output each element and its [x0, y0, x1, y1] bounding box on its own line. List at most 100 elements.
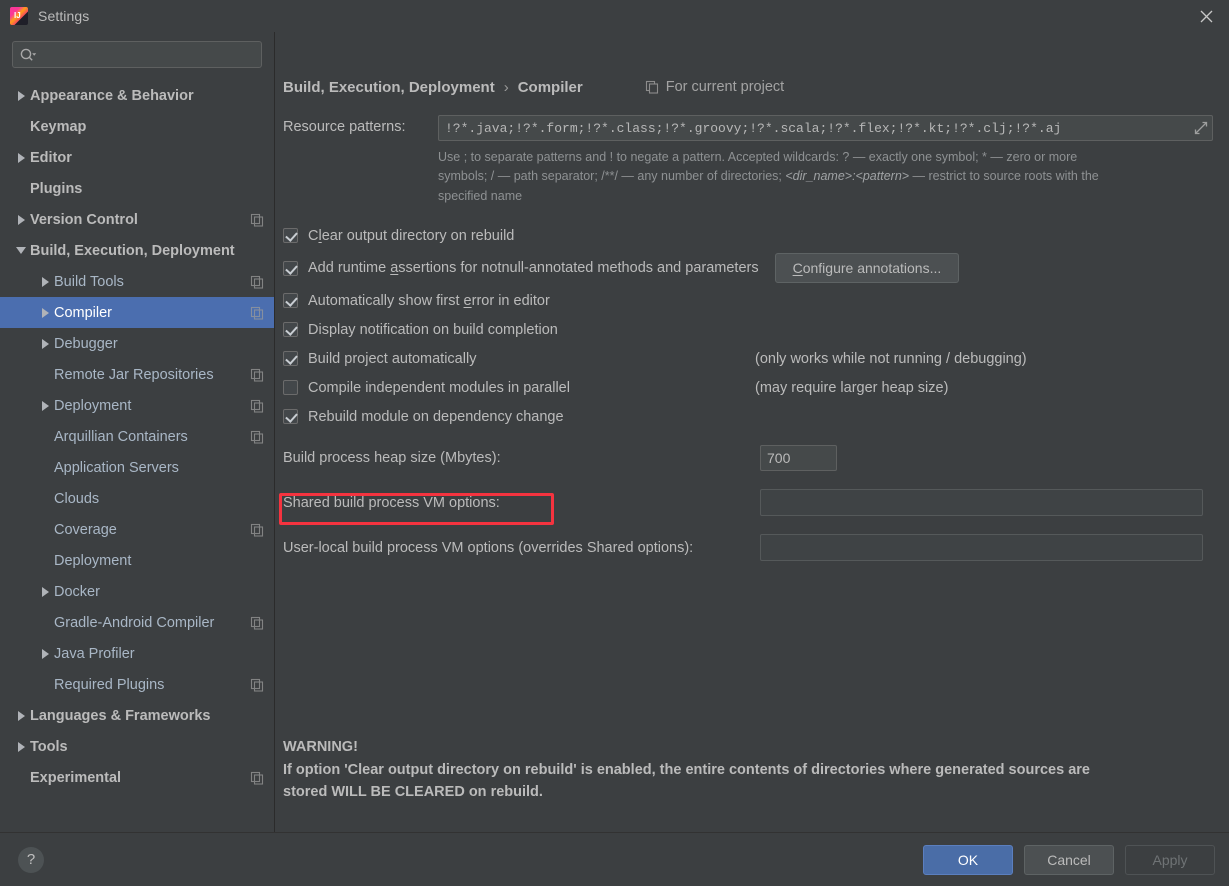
checkbox-row-build-project-automatically[interactable]: Build project automatically (only works w… — [283, 344, 1213, 373]
checkbox-unchecked-icon[interactable] — [283, 380, 298, 396]
sidebar-item-languages-frameworks[interactable]: Languages & Frameworks — [0, 700, 274, 731]
chevron-right-icon[interactable] — [12, 710, 30, 721]
sidebar-item-tools[interactable]: Tools — [0, 731, 274, 762]
checkbox-row-clear-output-directory-on-rebuild[interactable]: Clear output directory on rebuild — [283, 221, 1213, 250]
chevron-down-icon[interactable] — [12, 247, 30, 254]
hint-line-1: Use ; to separate patterns and ! to nega… — [438, 150, 1078, 164]
chevron-right-icon[interactable] — [36, 338, 54, 349]
checkbox-row-compile-independent-modules-in-parallel[interactable]: Compile independent modules in parallel (… — [283, 373, 1213, 402]
breadcrumb: Build, Execution, Deployment › Compiler … — [283, 76, 1213, 98]
sidebar-item-experimental[interactable]: Experimental — [0, 762, 274, 793]
warning-line-1: If option 'Clear output directory on reb… — [283, 761, 1090, 778]
sidebar-item-label: Plugins — [30, 180, 83, 197]
sidebar-item-deployment[interactable]: Deployment — [0, 390, 274, 421]
sidebar-item-arquillian-containers[interactable]: Arquillian Containers — [0, 421, 274, 452]
chevron-right-icon[interactable] — [12, 741, 30, 752]
copy-icon — [250, 678, 264, 692]
search-icon — [19, 47, 37, 63]
copy-icon — [250, 771, 264, 785]
sidebar-item-label: Deployment — [54, 397, 132, 414]
sidebar-item-plugins[interactable]: Plugins — [0, 173, 274, 204]
close-icon[interactable] — [1183, 0, 1229, 32]
sidebar-item-debugger[interactable]: Debugger — [0, 328, 274, 359]
chevron-right-icon[interactable] — [36, 648, 54, 659]
sidebar-item-gradle-android-compiler[interactable]: Gradle-Android Compiler — [0, 607, 274, 638]
for-current-project-label: For current project — [665, 79, 785, 95]
settings-sidebar: Appearance & Behavior Keymap Editor Plugins… — [0, 32, 275, 832]
checkbox-checked-icon[interactable] — [283, 293, 298, 309]
sidebar-item-label: Deployment — [54, 552, 132, 569]
checkbox-label: Compile independent modules in parallel — [308, 379, 570, 396]
sidebar-item-required-plugins[interactable]: Required Plugins — [0, 669, 274, 700]
breadcrumb-separator: › — [503, 78, 509, 96]
sidebar-item-java-profiler[interactable]: Java Profiler — [0, 638, 274, 669]
settings-tree[interactable]: Appearance & Behavior Keymap Editor Plugins… — [0, 78, 274, 832]
sidebar-item-label: Remote Jar Repositories — [54, 366, 214, 383]
hint-line-2b: <dir_name>:<pattern> — [785, 169, 910, 184]
checkbox-label: Clear output directory on rebuild — [308, 227, 515, 244]
sidebar-item-label: Tools — [30, 738, 68, 755]
shared-vm-options-input[interactable] — [760, 489, 1203, 517]
sidebar-item-version-control[interactable]: Version Control — [0, 204, 274, 235]
title-bar: Settings — [0, 0, 1229, 32]
breadcrumb-root[interactable]: Build, Execution, Deployment — [283, 79, 495, 96]
sidebar-item-label: Docker — [54, 583, 100, 600]
checkbox-checked-icon[interactable] — [283, 322, 298, 338]
chevron-right-icon[interactable] — [12, 214, 30, 225]
chevron-right-icon[interactable] — [12, 90, 30, 101]
hint-line-3: specified name — [438, 188, 523, 203]
settings-dialog: Settings — [0, 0, 1229, 886]
sidebar-item-build-execution-deployment[interactable]: Build, Execution, Deployment — [0, 235, 274, 266]
checkbox-row-display-notification-on-build-completion[interactable]: Display notification on build completion — [283, 315, 1213, 344]
copy-icon — [250, 275, 264, 289]
search-box[interactable] — [12, 41, 262, 68]
chevron-right-icon[interactable] — [12, 152, 30, 163]
checkbox-checked-icon[interactable] — [283, 228, 298, 244]
checkbox-checked-icon[interactable] — [283, 351, 298, 367]
userlocal-vm-options-input[interactable] — [760, 534, 1203, 562]
cancel-button[interactable]: Cancel — [1024, 844, 1114, 875]
sidebar-item-appearance-behavior[interactable]: Appearance & Behavior — [0, 80, 274, 111]
warning-title: WARNING! — [283, 739, 358, 756]
copy-icon — [250, 430, 264, 444]
sidebar-item-keymap[interactable]: Keymap — [0, 111, 274, 142]
checkbox-row-automatically-show-first-error-in-editor[interactable]: Automatically show first error in editor — [283, 286, 1213, 315]
breadcrumb-leaf: Compiler — [517, 78, 583, 96]
sidebar-item-label: Languages & Frameworks — [30, 707, 211, 724]
heap-size-input[interactable] — [760, 445, 837, 472]
sidebar-item-docker[interactable]: Docker — [0, 576, 274, 607]
sidebar-item-editor[interactable]: Editor — [0, 142, 274, 173]
chevron-right-icon[interactable] — [36, 586, 54, 597]
chevron-right-icon[interactable] — [36, 276, 54, 287]
sidebar-item-compiler[interactable]: Compiler — [0, 297, 274, 328]
chevron-right-icon[interactable] — [36, 400, 54, 411]
chevron-right-icon[interactable] — [36, 307, 54, 318]
sidebar-item-clouds[interactable]: Clouds — [0, 483, 274, 514]
dialog-footer: ? OK Cancel Apply — [0, 832, 1229, 886]
resource-patterns-input[interactable] — [438, 115, 1213, 141]
search-input[interactable] — [37, 46, 255, 63]
copy-icon — [250, 213, 264, 227]
heap-size-label: Build process heap size (Mbytes): — [283, 450, 501, 467]
checkbox-row-rebuild-module-on-dependency-change[interactable]: Rebuild module on dependency change — [283, 402, 1213, 431]
compiler-options-group: Clear output directory on rebuild Add run… — [283, 221, 1213, 431]
sidebar-item-application-servers[interactable]: Application Servers — [0, 452, 274, 483]
sidebar-item-label: Compiler — [54, 304, 113, 321]
sidebar-item-label: Java Profiler — [54, 645, 135, 662]
sidebar-item-label: Coverage — [54, 521, 117, 538]
resource-patterns-input-shell — [438, 115, 1213, 141]
checkbox-row-add-runtime-assertions-for-notnull-annotated-met[interactable]: Add runtime assertions for notnull-annot… — [283, 250, 1213, 286]
help-button[interactable]: ? — [18, 846, 44, 873]
expand-icon[interactable] — [1193, 120, 1209, 136]
configure-annotations-button[interactable]: Configure annotations... — [774, 253, 960, 284]
sidebar-item-remote-jar-repositories[interactable]: Remote Jar Repositories — [0, 359, 274, 390]
for-current-project-indicator: For current project — [645, 79, 784, 95]
sidebar-item-label: Arquillian Containers — [54, 428, 188, 445]
ok-button[interactable]: OK — [923, 844, 1013, 875]
sidebar-item-build-tools[interactable]: Build Tools — [0, 266, 274, 297]
sidebar-item-coverage[interactable]: Coverage — [0, 514, 274, 545]
checkbox-checked-icon[interactable] — [283, 409, 298, 425]
checkbox-checked-icon[interactable] — [283, 260, 298, 276]
sidebar-item-label: Application Servers — [54, 459, 179, 476]
sidebar-item-deployment[interactable]: Deployment — [0, 545, 274, 576]
